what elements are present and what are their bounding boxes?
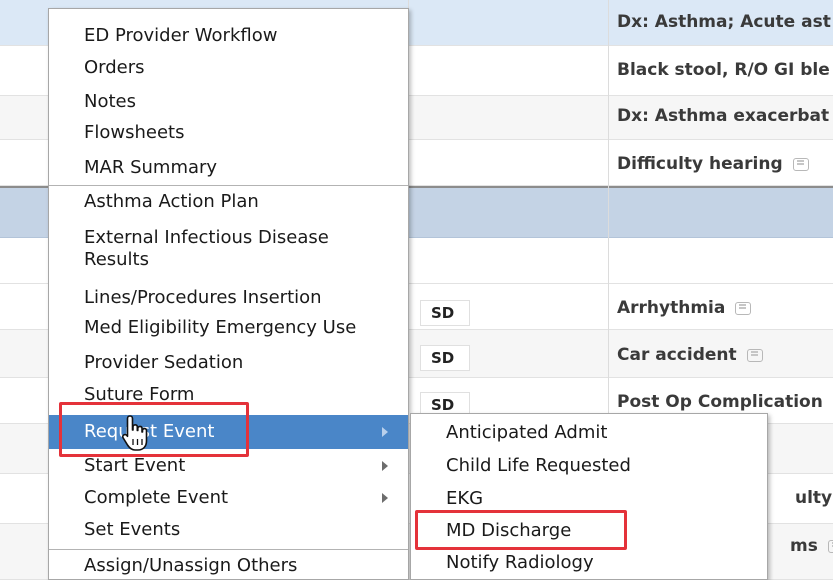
dx-cell: ms	[790, 536, 833, 556]
menu-separator	[49, 185, 408, 186]
submenu-item-anticipated-admit[interactable]: Anticipated Admit	[411, 422, 767, 444]
highlight-box-request-event	[59, 402, 249, 457]
submenu-item-child-life-requested[interactable]: Child Life Requested	[411, 455, 767, 477]
chevron-right-icon	[382, 461, 388, 471]
comment-icon[interactable]	[735, 301, 752, 315]
menu-item-set-events[interactable]: Set Events	[49, 519, 408, 541]
menu-item-assign-unassign-others[interactable]: Assign/Unassign Others	[49, 555, 408, 577]
highlight-box-md-discharge	[415, 510, 627, 550]
menu-item-asthma-action-plan[interactable]: Asthma Action Plan	[49, 191, 408, 213]
context-menu: ED Provider Workflow Orders Notes Flowsh…	[48, 8, 409, 580]
dx-cell: Difficulty hearing	[617, 154, 809, 174]
dx-cell: Car accident	[617, 345, 763, 365]
request-event-submenu: Anticipated Admit Child Life Requested E…	[410, 413, 768, 580]
menu-item-ed-provider-workflow[interactable]: ED Provider Workflow	[49, 25, 408, 47]
submenu-item-ekg[interactable]: EKG	[411, 488, 767, 510]
sd-badge: SD	[420, 300, 470, 326]
chevron-right-icon	[382, 427, 388, 437]
comment-icon[interactable]	[792, 157, 809, 171]
submenu-item-notify-radiology[interactable]: Notify Radiology	[411, 552, 767, 574]
comment-icon[interactable]	[746, 348, 763, 362]
dx-cell: Dx: Asthma exacerbat	[617, 106, 830, 126]
menu-item-start-event[interactable]: Start Event	[49, 455, 408, 477]
comment-icon[interactable]	[827, 539, 833, 553]
menu-item-external-infectious-disease-results[interactable]: External Infectious Disease Results	[49, 227, 379, 271]
menu-item-med-eligibility-emergency-use[interactable]: Med Eligibility Emergency Use	[49, 317, 408, 339]
chevron-right-icon	[382, 493, 388, 503]
menu-item-provider-sedation[interactable]: Provider Sedation	[49, 352, 408, 374]
hand-pointer-icon	[121, 415, 148, 451]
menu-item-flowsheets[interactable]: Flowsheets	[49, 122, 408, 144]
dx-cell: Post Op Complication	[617, 392, 823, 412]
menu-item-mar-summary[interactable]: MAR Summary	[49, 157, 408, 179]
menu-item-notes[interactable]: Notes	[49, 91, 408, 113]
menu-separator	[49, 549, 408, 550]
dx-cell: Black stool, R/O GI ble	[617, 60, 830, 80]
menu-item-orders[interactable]: Orders	[49, 57, 408, 79]
sd-badge: SD	[420, 345, 470, 371]
dx-cell: ulty	[795, 488, 833, 508]
dx-cell: Dx: Asthma; Acute ast	[617, 12, 831, 32]
menu-item-complete-event[interactable]: Complete Event	[49, 487, 408, 509]
menu-item-lines-procedures-insertion[interactable]: Lines/Procedures Insertion	[49, 287, 408, 309]
dx-cell: Arrhythmia	[617, 298, 752, 318]
